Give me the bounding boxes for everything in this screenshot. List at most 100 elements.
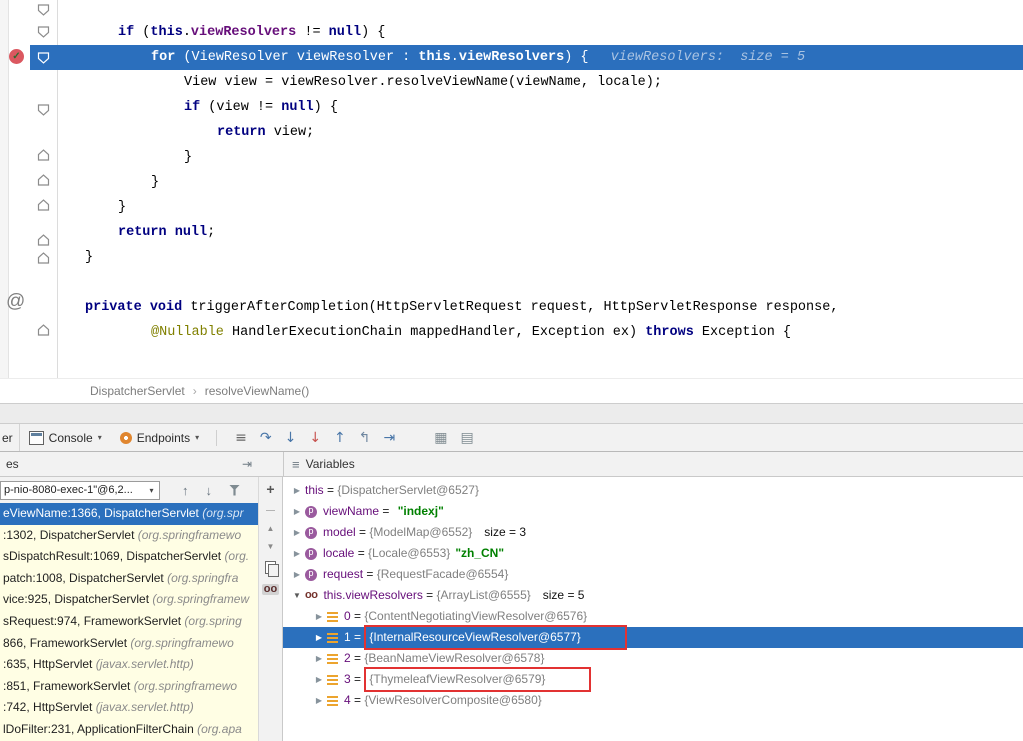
chevron-right-icon[interactable]: ▶ xyxy=(311,606,327,627)
variable-row[interactable]: ▶this = {DispatcherServlet@6527} xyxy=(283,480,1023,501)
fold-marker-icon[interactable] xyxy=(37,323,50,341)
frame-location: sDispatchResult:1069, DispatcherServlet xyxy=(3,549,224,563)
chevron-right-icon[interactable]: ▶ xyxy=(311,648,327,669)
fold-marker-icon[interactable] xyxy=(37,198,50,216)
frame-location: sRequest:974, FrameworkServlet xyxy=(3,614,184,628)
breakpoint-verified-icon[interactable]: ✓ xyxy=(9,49,24,64)
frame-row[interactable]: eViewName:1366, DispatcherServlet (org.s… xyxy=(0,503,258,525)
fold-marker-icon[interactable] xyxy=(37,25,50,43)
code-line[interactable]: } xyxy=(30,245,1023,270)
breadcrumb-item[interactable]: DispatcherServlet xyxy=(90,384,185,398)
variable-row[interactable]: ▶1 = {InternalResourceViewResolver@6577} xyxy=(283,627,1023,648)
code-line[interactable]: } xyxy=(30,145,1023,170)
fold-marker-icon[interactable] xyxy=(37,233,50,251)
code-line[interactable]: if (view != null) { xyxy=(30,95,1023,120)
equals-sign: = xyxy=(351,669,365,690)
code-token: ) { xyxy=(314,100,338,115)
variables-tree: ▶this = {DispatcherServlet@6527}▶pviewNa… xyxy=(283,477,1023,711)
code-line[interactable]: } xyxy=(30,170,1023,195)
code-line[interactable]: return null; xyxy=(30,220,1023,245)
frame-row[interactable]: sDispatchResult:1069, DispatcherServlet … xyxy=(0,546,258,568)
variable-value: {BeanNameViewResolver@6578} xyxy=(364,648,544,669)
variable-value: {Locale@6553} xyxy=(368,543,450,564)
copy-stack-icon[interactable] xyxy=(265,561,276,574)
code-line[interactable] xyxy=(30,270,1023,295)
code-line[interactable]: return view; xyxy=(30,120,1023,145)
variable-row[interactable]: ▶3 = {ThymeleafViewResolver@6579} xyxy=(283,669,1023,690)
scroll-down-icon[interactable]: ▼ xyxy=(267,543,275,551)
pin-tab-icon[interactable]: ⇥ xyxy=(242,457,252,471)
code-line[interactable]: } xyxy=(30,195,1023,220)
frame-row[interactable]: :635, HttpServlet (javax.servlet.http) xyxy=(0,654,258,676)
thread-dropdown[interactable]: p-nio-8080-exec-1"@6,2... ▾ xyxy=(0,481,160,500)
frame-location: eViewName:1366, DispatcherServlet xyxy=(3,506,202,520)
variable-row[interactable]: ▼oothis.viewResolvers = {ArrayList@6555}… xyxy=(283,585,1023,606)
variable-row[interactable]: ▶plocale = {Locale@6553}"zh_CN" xyxy=(283,543,1023,564)
fold-marker-icon[interactable] xyxy=(37,3,50,21)
frame-row[interactable]: vice:925, DispatcherServlet (org.springf… xyxy=(0,589,258,611)
chevron-right-icon[interactable]: ▶ xyxy=(311,669,327,690)
frame-row[interactable]: sRequest:974, FrameworkServlet (org.spri… xyxy=(0,611,258,633)
frame-row[interactable]: patch:1008, DispatcherServlet (org.sprin… xyxy=(0,568,258,590)
fold-marker-icon[interactable] xyxy=(37,148,50,166)
previous-frame-icon[interactable]: ↑ xyxy=(182,483,189,498)
chevron-right-icon[interactable]: ▶ xyxy=(289,522,305,543)
step-over-icon[interactable]: ↷ xyxy=(260,431,272,445)
frame-package: (javax.servlet.http) xyxy=(96,700,194,714)
variable-row[interactable]: ▶2 = {BeanNameViewResolver@6578} xyxy=(283,648,1023,669)
frame-row[interactable]: :742, HttpServlet (javax.servlet.http) xyxy=(0,697,258,719)
variable-row[interactable]: ▶4 = {ViewResolverComposite@6580} xyxy=(283,690,1023,711)
code-line[interactable]: if (this.viewResolvers != null) { xyxy=(30,20,1023,45)
frame-location: lDoFilter:231, ApplicationFilterChain xyxy=(3,722,197,736)
chevron-right-icon[interactable]: ▶ xyxy=(289,564,305,585)
code-line[interactable]: @Nullable HandlerExecutionChain mappedHa… xyxy=(30,320,1023,345)
chevron-right-icon[interactable]: ▶ xyxy=(289,501,305,522)
chevron-right-icon[interactable]: ▶ xyxy=(311,690,327,711)
array-element-icon xyxy=(327,612,338,622)
code-token: throws xyxy=(645,325,694,340)
filter-frames-icon[interactable] xyxy=(229,485,240,496)
breadcrumb-item[interactable]: resolveViewName() xyxy=(205,384,309,398)
menu-icon[interactable]: ≡ xyxy=(292,457,300,472)
frame-row[interactable]: :1302, DispatcherServlet (org.springfram… xyxy=(0,525,258,547)
tab-debugger-partial[interactable]: er xyxy=(0,424,20,451)
code-editor[interactable]: ✓ @ if (this.viewResolvers != null) {for… xyxy=(0,0,1023,378)
run-to-cursor-icon[interactable]: ⇥ xyxy=(384,431,396,445)
fold-marker-icon[interactable] xyxy=(37,103,50,121)
frame-row[interactable]: 866, FrameworkServlet (org.springframewo xyxy=(0,633,258,655)
frame-package: (org.springfra xyxy=(167,571,238,585)
frame-row[interactable]: lDoFilter:231, ApplicationFilterChain (o… xyxy=(0,719,258,741)
fold-marker-icon[interactable] xyxy=(37,173,50,191)
frame-row[interactable]: :851, FrameworkServlet (org.springframew… xyxy=(0,676,258,698)
separator-dash-icon[interactable]: — xyxy=(266,506,275,515)
force-step-into-icon[interactable]: ↓ xyxy=(309,431,321,445)
chevron-down-icon[interactable]: ▼ xyxy=(289,585,305,606)
view-as-table-icon[interactable]: ▦ xyxy=(434,431,447,445)
chevron-right-icon[interactable]: ▶ xyxy=(289,543,305,564)
scroll-up-icon[interactable]: ▲ xyxy=(267,525,275,533)
variable-value: {InternalResourceViewResolver@6577} xyxy=(364,625,626,650)
step-into-icon[interactable]: ↓ xyxy=(285,431,297,445)
code-line[interactable]: private void triggerAfterCompletion(Http… xyxy=(30,295,1023,320)
code-line[interactable]: for (ViewResolver viewResolver : this.vi… xyxy=(30,45,1023,70)
code-line[interactable]: View view = viewResolver.resolveViewName… xyxy=(30,70,1023,95)
next-frame-icon[interactable]: ↓ xyxy=(206,483,213,498)
watches-toggle-icon[interactable]: oo xyxy=(262,584,279,595)
layout-settings-icon[interactable]: ▤ xyxy=(460,431,473,445)
tab-endpoints[interactable]: Endpoints ▾ xyxy=(111,424,208,451)
chevron-right-icon[interactable]: ▶ xyxy=(311,627,327,648)
add-watch-icon[interactable]: + xyxy=(266,482,274,496)
variables-panel-header: ≡ Variables xyxy=(283,452,1023,476)
step-out-icon[interactable]: ↑ xyxy=(334,431,346,445)
drop-frame-icon[interactable]: ↰ xyxy=(359,431,371,445)
variable-row[interactable]: ▶0 = {ContentNegotiatingViewResolver@657… xyxy=(283,606,1023,627)
variable-name: 1 xyxy=(344,627,351,648)
chevron-right-icon[interactable]: ▶ xyxy=(289,480,305,501)
fold-marker-icon[interactable] xyxy=(37,251,50,269)
tab-console[interactable]: Console ▾ xyxy=(20,424,111,451)
variable-row[interactable]: ▶prequest = {RequestFacade@6554} xyxy=(283,564,1023,585)
variable-row[interactable]: ▶pmodel = {ModelMap@6552}size = 3 xyxy=(283,522,1023,543)
menu-icon[interactable]: ≡ xyxy=(235,431,247,445)
fold-marker-icon[interactable] xyxy=(37,51,50,69)
variable-row[interactable]: ▶pviewName = "indexj" xyxy=(283,501,1023,522)
